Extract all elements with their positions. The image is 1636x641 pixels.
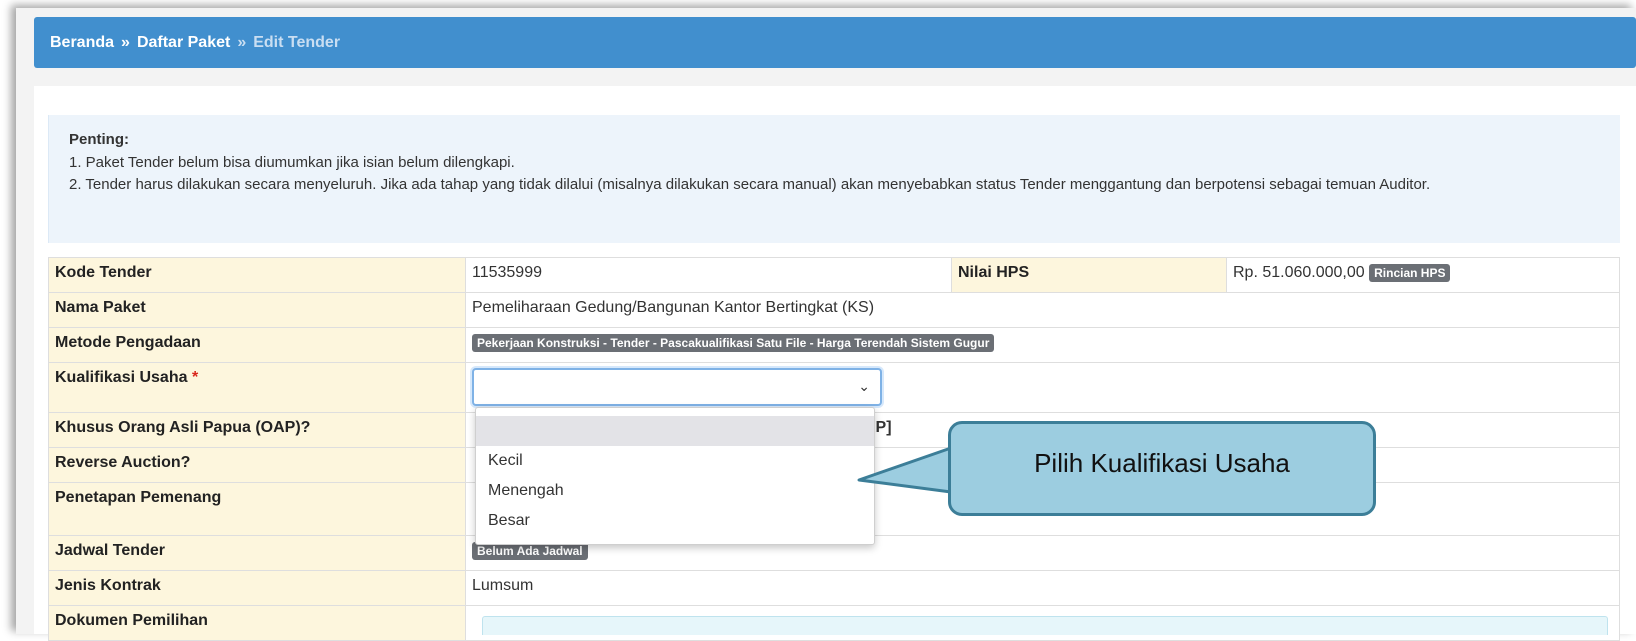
table-row: Metode Pengadaan Pekerjaan Konstruksi - … <box>48 327 1620 363</box>
dropdown-option-kecil[interactable]: Kecil <box>476 446 874 476</box>
kualifikasi-usaha-cell: ⌄ <box>465 362 1620 413</box>
dropdown-option-empty[interactable] <box>476 416 874 446</box>
rincian-hps-button[interactable]: Rincian HPS <box>1369 264 1451 282</box>
dropdown-option-besar[interactable]: Besar <box>476 506 874 536</box>
nama-paket-value: Pemeliharaan Gedung/Bangunan Kantor Bert… <box>465 292 1620 328</box>
table-row: Kode Tender 11535999 Nilai HPS Rp. 51.06… <box>48 257 1620 293</box>
reverse-auction-label: Reverse Auction? <box>48 447 466 483</box>
table-row: Nama Paket Pemeliharaan Gedung/Bangunan … <box>48 292 1620 328</box>
metode-pengadaan-cell: Pekerjaan Konstruksi - Tender - Pascakua… <box>465 327 1620 363</box>
penetapan-pemenang-label: Penetapan Pemenang <box>48 482 466 536</box>
nama-paket-label: Nama Paket <box>48 292 466 328</box>
breadcrumb-separator: » <box>121 33 130 51</box>
notice-item-1: 1. Paket Tender belum bisa diumumkan jik… <box>69 154 515 171</box>
nilai-hps-value: Rp. 51.060.000,00 <box>1233 264 1365 282</box>
jenis-kontrak-value: Lumsum <box>465 570 1620 606</box>
callout-tooltip: Pilih Kualifikasi Usaha <box>948 421 1376 516</box>
kualifikasi-usaha-dropdown: Kecil Menengah Besar <box>475 407 875 545</box>
callout-joint <box>951 438 957 482</box>
breadcrumb-separator: » <box>237 33 247 51</box>
breadcrumb: Beranda » Daftar Paket » Edit Tender <box>34 17 1636 68</box>
kualifikasi-usaha-label-cell: Kualifikasi Usaha * <box>48 362 466 413</box>
table-row: Kualifikasi Usaha * ⌄ <box>48 362 1620 413</box>
dropdown-option-menengah[interactable]: Menengah <box>476 476 874 506</box>
metode-pengadaan-badge: Pekerjaan Konstruksi - Tender - Pascakua… <box>472 334 995 352</box>
dokumen-pemilihan-label: Dokumen Pemilihan <box>48 605 466 641</box>
table-row: Jenis Kontrak Lumsum <box>48 570 1620 606</box>
nilai-hps-cell: Rp. 51.060.000,00 Rincian HPS <box>1226 257 1620 293</box>
breadcrumb-home[interactable]: Beranda <box>50 34 114 52</box>
required-mark: * <box>191 369 199 386</box>
oap-label: Khusus Orang Asli Papua (OAP)? <box>48 412 466 448</box>
jenis-kontrak-label: Jenis Kontrak <box>48 570 466 606</box>
notice-title: Penting: <box>69 131 129 148</box>
breadcrumb-current: Edit Tender <box>253 33 341 51</box>
kualifikasi-usaha-select[interactable]: ⌄ <box>472 368 882 406</box>
kode-tender-value: 11535999 <box>465 257 952 293</box>
kualifikasi-usaha-label: Kualifikasi Usaha <box>55 369 188 386</box>
kode-tender-label: Kode Tender <box>48 257 466 293</box>
jadwal-tender-label: Jadwal Tender <box>48 535 466 571</box>
callout-text: Pilih Kualifikasi Usaha <box>1034 448 1290 478</box>
notice-item-2: 2. Tender harus dilakukan secara menyelu… <box>69 176 1431 193</box>
breadcrumb-daftar-paket[interactable]: Daftar Paket <box>137 34 230 52</box>
notice-box: Penting: 1. Paket Tender belum bisa dium… <box>48 115 1620 243</box>
info-box-partial <box>482 616 1608 635</box>
metode-pengadaan-label: Metode Pengadaan <box>48 327 466 363</box>
callout-pointer <box>857 446 953 494</box>
nilai-hps-label: Nilai HPS <box>951 257 1227 293</box>
chevron-down-icon: ⌄ <box>858 378 870 394</box>
